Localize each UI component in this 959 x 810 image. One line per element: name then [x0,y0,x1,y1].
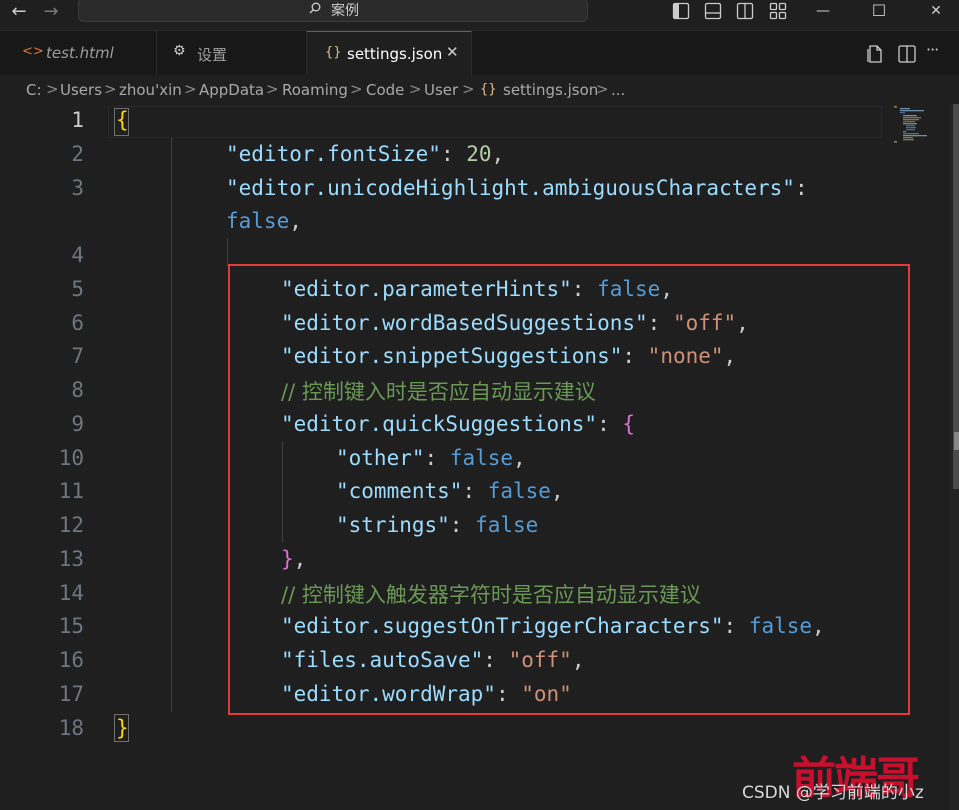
json-number-value: 20 [466,142,492,166]
json-colon: : [440,142,467,166]
breadcrumb-item[interactable]: C: [26,81,42,99]
toggle-secondary-sidebar-icon[interactable] [735,1,755,21]
json-boolean-value: false [226,209,290,233]
tab-test-html[interactable]: <> test.html [0,31,157,75]
line-number: 7 [71,344,84,368]
code-editor[interactable]: 1 2 3 4 5 6 7 8 9 10 11 12 13 14 15 16 1… [0,104,959,810]
line-number: 1 [71,108,84,132]
line-number: 5 [71,277,84,301]
command-center-search[interactable]: 案例 [78,0,588,22]
close-window-button[interactable]: ✕ [913,0,959,24]
breadcrumb-separator: > [462,80,475,98]
breadcrumb-item[interactable]: User [424,81,458,99]
go-forward-icon[interactable]: → [38,0,64,26]
settings-editor-icon: ⚙ [173,43,186,59]
line-number: 15 [58,614,84,638]
maximize-button[interactable]: ☐ [856,0,902,24]
open-brace: { [116,108,129,132]
line-number: 11 [58,479,84,503]
code-line-1: { [116,108,129,132]
close-icon[interactable]: ✕ [446,43,459,61]
toggle-primary-sidebar-icon[interactable] [671,1,691,21]
split-editor-icon[interactable] [896,43,918,65]
indent-guide [171,138,172,712]
line-number: 17 [58,682,84,706]
command-center-label: 案例 [331,3,359,19]
line-number: 9 [71,412,84,436]
json-comma: , [491,142,505,166]
breadcrumb-item[interactable]: ... [611,81,625,99]
breadcrumb-item[interactable]: Code [366,81,404,99]
title-bar: ← → 案例 — ☐ ✕ [0,0,959,31]
line-number: 10 [58,446,84,470]
breadcrumb-separator: > [266,80,279,98]
line-number: 3 [71,176,84,200]
close-brace: } [116,716,129,740]
go-back-icon[interactable]: ← [6,0,32,26]
json-file-icon: {} [480,82,497,97]
html-file-icon: <> [22,44,44,59]
minimize-button[interactable]: — [800,0,846,24]
breadcrumb-item[interactable]: Roaming [282,81,348,99]
code-line-18: } [116,716,129,740]
tab-settings-json[interactable]: {} settings.json ✕ [307,31,472,75]
scrollbar-cursor-marker [954,432,959,450]
breadcrumb: C: > Users > zhou'xin > AppData > Roamin… [0,76,959,104]
line-number: 8 [71,378,84,402]
line-number: 6 [71,311,84,335]
tab-label: settings.json [347,45,443,63]
json-colon: : [794,176,808,200]
indent-guide [227,238,228,266]
tab-settings-ui[interactable]: ⚙ 设置 [157,31,307,75]
editor-tab-bar: <> test.html ⚙ 设置 {} settings.json ✕ ··· [0,31,959,75]
code-line-2: "editor.fontSize": 20, [226,142,504,166]
tab-label: 设置 [197,46,228,64]
current-line-highlight [108,106,882,138]
breadcrumb-item[interactable]: Users [60,81,102,99]
open-changes-icon[interactable] [864,43,886,65]
more-actions-icon[interactable]: ··· [926,40,939,59]
line-number: 14 [58,581,84,605]
breadcrumb-separator: > [596,80,609,98]
code-line-3-wrapped: false, [226,209,302,233]
line-number: 18 [58,716,84,740]
customize-layout-icon[interactable] [768,1,788,21]
toggle-panel-icon[interactable] [703,1,723,21]
breadcrumb-item[interactable]: AppData [199,81,264,99]
breadcrumb-separator: > [46,80,59,98]
breadcrumb-separator: > [104,80,117,98]
tab-label: test.html [46,44,114,62]
line-number: 2 [71,142,84,166]
json-key: "editor.unicodeHighlight.ambiguousCharac… [226,176,795,200]
json-key: "editor.fontSize" [226,142,441,166]
breadcrumb-separator: > [184,80,197,98]
breadcrumb-item[interactable]: settings.json [503,81,598,99]
line-number: 13 [58,547,84,571]
minimap[interactable] [894,104,944,144]
csdn-watermark: CSDN @学习前端的小z [742,783,924,803]
line-number: 4 [71,243,84,267]
breadcrumb-separator: > [409,80,422,98]
line-number: 16 [58,648,84,672]
breadcrumb-separator: > [350,80,363,98]
json-file-icon: {} [325,45,342,60]
annotation-highlight-box [228,264,910,715]
code-line-3: "editor.unicodeHighlight.ambiguousCharac… [226,176,808,200]
line-number: 12 [58,513,84,537]
breadcrumb-item[interactable]: zhou'xin [119,81,182,99]
json-comma: , [289,209,302,233]
search-icon [309,2,321,14]
